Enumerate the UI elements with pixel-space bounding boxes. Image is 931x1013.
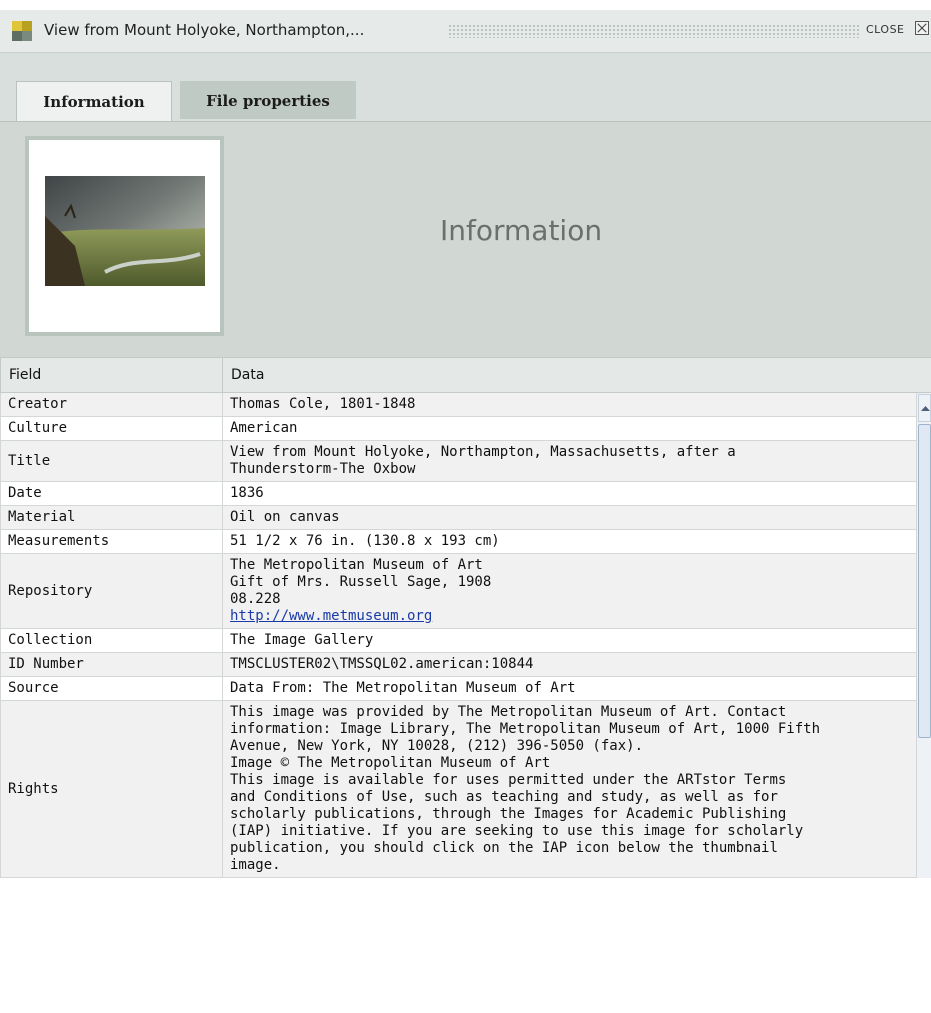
field-cell: Measurements — [0, 529, 223, 554]
table-row: Material Oil on canvas — [0, 505, 931, 530]
field-cell: Repository — [0, 553, 223, 629]
info-header: Information File properties Information — [0, 53, 931, 357]
data-line: publication, you should click on the IAP… — [230, 840, 778, 856]
painting-thumbnail[interactable] — [45, 176, 205, 286]
info-window: View from Mount Holyoke, Northampton,...… — [0, 0, 931, 1013]
metadata-table: Field Data Creator Thomas Cole, 1801-1848… — [0, 357, 931, 878]
data-line: image. — [230, 857, 281, 873]
drag-grip[interactable] — [448, 24, 860, 38]
scroll-up-button[interactable] — [918, 394, 931, 422]
table-row: Source Data From: The Metropolitan Museum… — [0, 676, 931, 701]
data-line: (IAP) initiative. If you are seeking to … — [230, 823, 804, 839]
panel-heading: Information — [440, 214, 603, 247]
info-panel: Information — [0, 121, 931, 357]
field-cell: Date — [0, 481, 223, 506]
tab-file-properties[interactable]: File properties — [180, 81, 356, 119]
data-line: 1836 — [230, 485, 264, 501]
data-cell: American — [222, 416, 917, 441]
table-row: Rights This image was provided by The Met… — [0, 700, 931, 878]
field-cell: Material — [0, 505, 223, 530]
table-row: Collection The Image Gallery — [0, 628, 931, 653]
table-header-row: Field Data — [0, 357, 931, 393]
table-row: Creator Thomas Cole, 1801-1848 — [0, 392, 931, 417]
table-row: Culture American — [0, 416, 931, 441]
scrollbar-thumb[interactable] — [918, 424, 931, 738]
column-header-data: Data — [222, 357, 931, 393]
data-cell: This image was provided by The Metropoli… — [222, 700, 917, 878]
field-cell: ID Number — [0, 652, 223, 677]
data-cell: TMSCLUSTER02\TMSSQL02.american:10844 — [222, 652, 917, 677]
data-line: 51 1/2 x 76 in. (130.8 x 193 cm) — [230, 533, 500, 549]
table-row: Date 1836 — [0, 481, 931, 506]
window-title: View from Mount Holyoke, Northampton,... — [44, 21, 365, 39]
data-line: TMSCLUSTER02\TMSSQL02.american:10844 — [230, 656, 534, 672]
column-header-field: Field — [0, 357, 223, 393]
table-row: Measurements 51 1/2 x 76 in. (130.8 x 193… — [0, 529, 931, 554]
data-cell: View from Mount Holyoke, Northampton, Ma… — [222, 440, 917, 482]
data-cell: 51 1/2 x 76 in. (130.8 x 193 cm) — [222, 529, 917, 554]
repository-link[interactable]: http://www.metmuseum.org — [230, 608, 432, 624]
title-bar[interactable]: View from Mount Holyoke, Northampton,...… — [0, 10, 931, 53]
data-cell: The Metropolitan Museum of Art Gift of Mr… — [222, 553, 917, 629]
data-line: The Image Gallery — [230, 632, 374, 648]
data-line: 08.228 — [230, 591, 281, 607]
tab-information[interactable]: Information — [16, 81, 172, 121]
data-line: Data From: The Metropolitan Museum of Ar… — [230, 680, 576, 696]
data-line: This image was provided by The Metropoli… — [230, 704, 787, 720]
data-line: scholarly publications, through the Imag… — [230, 806, 787, 822]
window-app-icon — [12, 21, 32, 41]
data-line: American — [230, 420, 298, 436]
field-cell: Source — [0, 676, 223, 701]
data-line: The Metropolitan Museum of Art — [230, 557, 483, 573]
scroll-up-arrow-icon — [921, 406, 930, 411]
field-cell: Culture — [0, 416, 223, 441]
data-line: Image © The Metropolitan Museum of Art — [230, 755, 551, 771]
close-x-icon[interactable] — [915, 21, 929, 35]
table-body: Creator Thomas Cole, 1801-1848 Culture Amer… — [0, 392, 931, 878]
close-label[interactable]: CLOSE — [866, 23, 905, 36]
table-row: ID Number TMSCLUSTER02\TMSSQL02.american:… — [0, 652, 931, 677]
data-line: Thunderstorm-The Oxbow — [230, 461, 416, 477]
data-cell: Thomas Cole, 1801-1848 — [222, 392, 917, 417]
table-row: Title View from Mount Holyoke, Northampto… — [0, 440, 931, 482]
data-cell: 1836 — [222, 481, 917, 506]
field-cell: Creator — [0, 392, 223, 417]
data-line: This image is available for uses permitt… — [230, 772, 787, 788]
data-cell: The Image Gallery — [222, 628, 917, 653]
field-cell: Rights — [0, 700, 223, 878]
data-line: View from Mount Holyoke, Northampton, Ma… — [230, 444, 736, 460]
table-row: Repository The Metropolitan Museum of Art… — [0, 553, 931, 629]
data-line: information: Image Library, The Metropol… — [230, 721, 821, 737]
data-cell: Data From: The Metropolitan Museum of Ar… — [222, 676, 917, 701]
data-line: Thomas Cole, 1801-1848 — [230, 396, 416, 412]
data-line: Avenue, New York, NY 10028, (212) 396-50… — [230, 738, 644, 754]
thumbnail-frame[interactable] — [25, 136, 224, 336]
field-cell: Title — [0, 440, 223, 482]
data-line: and Conditions of Use, such as teaching … — [230, 789, 778, 805]
field-cell: Collection — [0, 628, 223, 653]
data-cell: Oil on canvas — [222, 505, 917, 530]
data-line: Oil on canvas — [230, 509, 340, 525]
data-line: Gift of Mrs. Russell Sage, 1908 — [230, 574, 492, 590]
